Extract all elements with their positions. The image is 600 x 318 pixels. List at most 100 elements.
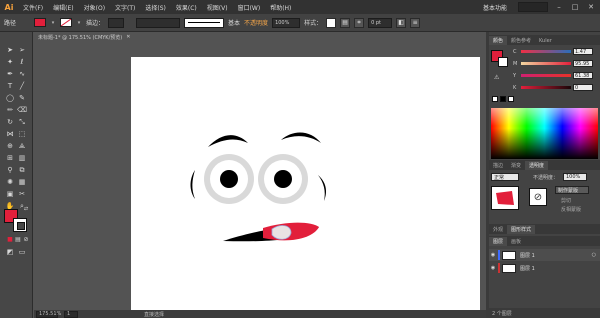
direct-selection-icon[interactable]: ➢ (16, 45, 28, 55)
value-m[interactable]: 95.95 (573, 60, 593, 67)
minimize-button[interactable]: – (554, 2, 564, 12)
menu-object[interactable]: 对象(O) (79, 3, 110, 12)
warning-icon[interactable]: ⚠ (494, 74, 499, 81)
curvature-icon[interactable]: ∿ (16, 69, 28, 79)
menu-edit[interactable]: 编辑(E) (48, 3, 78, 12)
opacity-field[interactable]: 100% (563, 173, 587, 181)
slider-c[interactable]: C 1.47 (513, 48, 599, 55)
stroke-swatch[interactable] (13, 218, 27, 232)
scale-icon[interactable]: ⤡ (16, 117, 28, 127)
slider-y[interactable]: Y 61.38 (513, 72, 599, 79)
artboard[interactable] (131, 57, 480, 310)
stroke-weight-input[interactable] (108, 17, 125, 28)
zoom-field[interactable]: 175.51% (36, 310, 61, 318)
transform-icon[interactable]: ⌗ (354, 17, 365, 28)
style-swatch[interactable] (326, 17, 337, 28)
tab-transparency[interactable]: 透明度 (525, 161, 549, 170)
white-swatch[interactable] (508, 96, 514, 102)
fill-color-swatch[interactable] (34, 18, 47, 27)
mesh-icon[interactable]: ⊞ (4, 153, 16, 163)
blend-icon[interactable]: ⧉ (16, 165, 28, 175)
menu-help[interactable]: 帮助(H) (265, 3, 296, 12)
width-icon[interactable]: ⋈ (4, 129, 16, 139)
pencil-icon[interactable]: ✏ (4, 105, 16, 115)
artwork-face[interactable] (131, 57, 480, 310)
tab-artboards[interactable]: 画板 (507, 237, 525, 246)
value-k[interactable]: 0 (573, 84, 593, 91)
tab-appearance[interactable]: 外观 (489, 225, 507, 234)
align-icon[interactable]: ▤ (340, 17, 351, 28)
lasso-icon[interactable]: ℓ (16, 57, 28, 67)
opacity-link[interactable]: 不透明度 (244, 18, 268, 27)
magic-wand-icon[interactable]: ✦ (4, 57, 16, 67)
track-m[interactable] (521, 62, 571, 65)
mask-thumbnail[interactable] (491, 186, 519, 210)
ellipse-icon[interactable]: ◯ (4, 93, 16, 103)
none-swatch[interactable] (492, 96, 498, 102)
panel-menu-icon[interactable]: ≡ (410, 17, 421, 28)
offset-input[interactable]: 0 pt (368, 17, 393, 28)
chevron-down-icon[interactable]: ▾ (76, 18, 82, 27)
opacity-input[interactable]: 100% (272, 17, 301, 28)
brush-definition[interactable] (184, 17, 225, 28)
close-icon[interactable]: ✕ (126, 34, 130, 40)
none-mode-icon[interactable]: ⊘ (20, 235, 32, 245)
menu-effect[interactable]: 效果(C) (171, 3, 202, 12)
value-c[interactable]: 1.47 (573, 48, 593, 55)
page-field[interactable]: 1 (64, 310, 78, 318)
type-icon[interactable]: T (4, 81, 16, 91)
line-icon[interactable]: ╱ (16, 81, 28, 91)
menu-select[interactable]: 选择(S) (140, 3, 171, 12)
tab-layers[interactable]: 图层 (489, 237, 508, 246)
track-k[interactable] (521, 86, 571, 89)
tab-stroke[interactable]: 描边 (489, 161, 507, 170)
chevron-down-icon[interactable]: ▾ (50, 18, 56, 27)
layer-name[interactable]: 图层 1 (520, 252, 535, 259)
paintbrush-icon[interactable]: ✎ (16, 93, 28, 103)
eye-icon[interactable]: ◉ (489, 265, 497, 271)
rotate-icon[interactable]: ↻ (4, 117, 16, 127)
black-swatch[interactable] (500, 96, 506, 102)
pen-icon[interactable]: ✒ (4, 69, 16, 79)
stroke-color-swatch[interactable] (60, 18, 73, 27)
shape-builder-icon[interactable]: ⊕ (4, 141, 16, 151)
perspective-icon[interactable]: ⟁ (16, 141, 28, 151)
tab-color-guide[interactable]: 颜色参考 (507, 36, 535, 45)
workspace-switcher[interactable]: 基本功能 (478, 3, 512, 12)
draw-mode-icon[interactable]: ◩ (4, 247, 16, 257)
free-transform-icon[interactable]: ⬚ (16, 129, 28, 139)
layer-target-icon[interactable]: ○ (592, 252, 596, 258)
menu-file[interactable]: 文件(F) (18, 3, 48, 12)
layer-row[interactable]: ◉ 图层 1 (489, 262, 600, 274)
slider-m[interactable]: M 95.95 (513, 60, 599, 67)
variable-width-field[interactable] (136, 17, 181, 28)
menu-window[interactable]: 窗口(W) (233, 3, 266, 12)
tab-gradient[interactable]: 渐变 (507, 161, 525, 170)
eraser-icon[interactable]: ⌫ (16, 105, 28, 115)
document-tab[interactable]: 未标题-1* @ 175.51% (CMYK/预览) ✕ (34, 32, 134, 42)
maximize-button[interactable]: □ (570, 2, 580, 12)
clip-checkbox[interactable]: 剪切 (561, 197, 571, 204)
eyedropper-icon[interactable]: ⚲ (4, 165, 16, 175)
swap-colors-icon[interactable]: ⇄ (20, 204, 32, 214)
eye-icon[interactable]: ◉ (489, 252, 497, 258)
track-c[interactable] (521, 50, 571, 53)
layer-name[interactable]: 图层 1 (520, 265, 535, 272)
no-mask-icon[interactable]: ⊘ (529, 188, 547, 206)
tab-color[interactable]: 颜色 (489, 36, 508, 45)
graph-icon[interactable]: ▦ (16, 177, 28, 187)
invert-mask-checkbox[interactable]: 反相蒙版 (561, 206, 581, 213)
menu-view[interactable]: 视图(V) (202, 3, 233, 12)
isolate-icon[interactable]: ◧ (396, 17, 407, 28)
gradient-icon[interactable]: ▥ (16, 153, 28, 163)
artboard-icon[interactable]: ▣ (4, 189, 16, 199)
track-y[interactable] (521, 74, 571, 77)
selection-icon[interactable]: ➤ (4, 45, 16, 55)
value-y[interactable]: 61.38 (573, 72, 593, 79)
tab-graphic-styles[interactable]: 图形样式 (507, 225, 536, 234)
symbol-sprayer-icon[interactable]: ✺ (4, 177, 16, 187)
make-mask-button[interactable]: 制作蒙版 (555, 186, 589, 194)
panel-stroke-swatch[interactable] (498, 57, 508, 67)
screen-mode-icon[interactable]: ▭ (16, 247, 28, 257)
search-field[interactable] (518, 2, 548, 12)
